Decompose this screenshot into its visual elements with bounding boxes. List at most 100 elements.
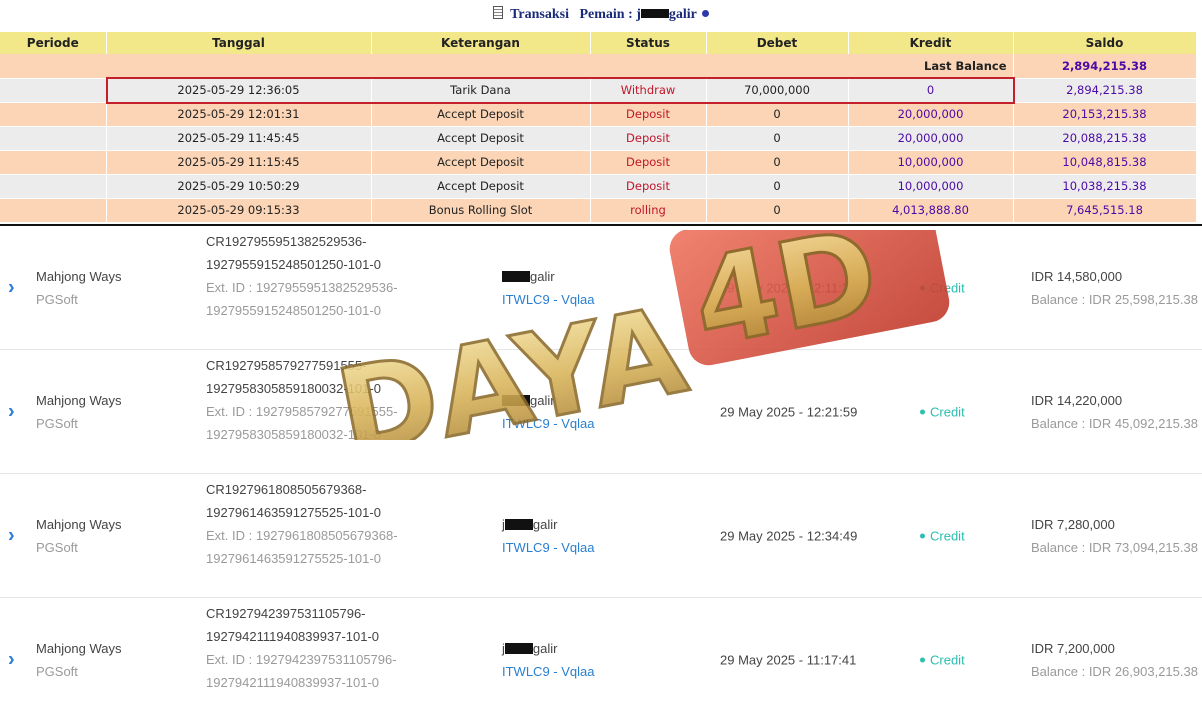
- document-icon: [492, 6, 503, 19]
- round-id-line1: CR1927958579277591555-: [206, 358, 367, 373]
- player-name: j galir: [502, 513, 594, 536]
- bet-date: 29 May 2025 - 12:21:59: [720, 404, 858, 419]
- table-row: 2025-05-29 12:36:05 Tarik Dana Withdraw …: [0, 78, 1197, 103]
- game-name: Mahjong Ways: [36, 640, 122, 656]
- cell-status: Deposit: [590, 150, 707, 175]
- ext-id-line1: Ext. ID : 1927961808505679368-: [206, 528, 398, 543]
- cell-saldo: 2,894,215.38: [1013, 78, 1197, 103]
- cell-periode: [0, 126, 107, 151]
- cell-kredit: 10,000,000: [848, 150, 1014, 175]
- col-periode[interactable]: Periode: [0, 32, 107, 54]
- cell-tanggal: 2025-05-29 10:50:29: [106, 174, 372, 199]
- transaction-title: Transaksi Pemain : j galir: [0, 3, 1202, 27]
- game-provider: PGSoft: [36, 539, 78, 555]
- ext-id-line2: 1927961463591275525-101-0: [206, 551, 381, 566]
- bet-date: 29 May 2025 - 12:11:33: [720, 280, 857, 295]
- round-id-line2: 1927958305859180032-101-0: [206, 381, 381, 396]
- bet-list: › Mahjong Ways PGSoft CR1927955951382529…: [0, 226, 1202, 707]
- agent-link[interactable]: ITWLC9 - Vqlaa: [502, 536, 594, 559]
- round-ids: CR1927955951382529536- 19279559152485012…: [206, 230, 496, 322]
- ext-id-line2: 1927955915248501250-101-0: [206, 303, 381, 318]
- cell-status: Withdraw: [590, 78, 707, 103]
- chevron-right-icon[interactable]: ›: [8, 524, 15, 547]
- bet-type: Credit: [920, 528, 965, 543]
- bet-amount: IDR 7,280,000: [1031, 516, 1115, 532]
- status-dot-icon: [920, 409, 925, 414]
- chevron-right-icon[interactable]: ›: [8, 648, 15, 671]
- player-name: j galir: [502, 637, 594, 660]
- last-balance-value: 2,894,215.38: [1013, 54, 1197, 79]
- cell-debet: 0: [706, 174, 849, 199]
- player-info: galir ITWLC9 - Vqlaa: [502, 265, 594, 311]
- game-provider: PGSoft: [36, 415, 78, 431]
- list-item[interactable]: › Mahjong Ways PGSoft CR1927955951382529…: [0, 226, 1202, 350]
- player-suffix: galir: [668, 7, 697, 22]
- cell-kredit: 0: [848, 78, 1014, 103]
- bet-type: Credit: [920, 652, 965, 667]
- game-provider: PGSoft: [36, 291, 78, 307]
- player-name: galir: [502, 389, 594, 412]
- list-item[interactable]: › Mahjong Ways PGSoft CR1927942397531105…: [0, 598, 1202, 707]
- player-name: galir: [502, 265, 594, 288]
- col-tanggal[interactable]: Tanggal: [106, 32, 372, 54]
- agent-link[interactable]: ITWLC9 - Vqlaa: [502, 412, 594, 435]
- bet-balance: Balance : IDR 26,903,215.38: [1031, 663, 1198, 679]
- col-keterangan[interactable]: Keterangan: [371, 32, 591, 54]
- cell-kredit: 10,000,000: [848, 174, 1014, 199]
- cell-kredit: 20,000,000: [848, 126, 1014, 151]
- cell-keterangan: Accept Deposit: [371, 150, 591, 175]
- chevron-right-icon[interactable]: ›: [8, 400, 15, 423]
- cell-saldo: 10,038,215.38: [1013, 174, 1197, 199]
- cell-periode: [0, 78, 107, 103]
- col-debet[interactable]: Debet: [706, 32, 849, 54]
- cell-keterangan: Bonus Rolling Slot: [371, 198, 591, 223]
- list-item[interactable]: › Mahjong Ways PGSoft CR1927961808505679…: [0, 474, 1202, 598]
- bet-date: 29 May 2025 - 12:34:49: [720, 528, 858, 543]
- game-info: Mahjong Ways PGSoft: [36, 637, 122, 683]
- bet-amount-info: IDR 14,580,000 Balance : IDR 25,598,215.…: [1031, 265, 1198, 311]
- player-label: Pemain :: [579, 7, 633, 22]
- info-icon[interactable]: [702, 10, 710, 17]
- redaction-bar: [504, 518, 533, 530]
- cell-tanggal: 2025-05-29 12:01:31: [106, 102, 372, 127]
- chevron-right-icon[interactable]: ›: [8, 276, 15, 299]
- table-row: 2025-05-29 10:50:29 Accept Deposit Depos…: [0, 174, 1197, 199]
- round-ids: CR1927961808505679368- 19279614635912755…: [206, 478, 496, 570]
- list-item[interactable]: › Mahjong Ways PGSoft CR1927958579277591…: [0, 350, 1202, 474]
- cell-saldo: 10,048,815.38: [1013, 150, 1197, 175]
- redaction-bar: [504, 642, 533, 654]
- cell-saldo: 7,645,515.18: [1013, 198, 1197, 223]
- round-id-line2: 1927961463591275525-101-0: [206, 505, 381, 520]
- table-header-row: Periode Tanggal Keterangan Status Debet …: [0, 32, 1197, 54]
- game-info: Mahjong Ways PGSoft: [36, 265, 122, 311]
- bet-type-label: Credit: [930, 528, 965, 543]
- col-saldo[interactable]: Saldo: [1013, 32, 1197, 54]
- player-suffix: galir: [530, 268, 555, 284]
- redaction-bar: [640, 9, 669, 18]
- last-balance-row: Last Balance 2,894,215.38: [0, 54, 1197, 79]
- col-kredit[interactable]: Kredit: [848, 32, 1014, 54]
- player-info: j galir ITWLC9 - Vqlaa: [502, 637, 594, 683]
- table-row: 2025-05-29 09:15:33 Bonus Rolling Slot r…: [0, 198, 1197, 223]
- bet-amount: IDR 14,580,000: [1031, 268, 1123, 284]
- cell-keterangan: Accept Deposit: [371, 126, 591, 151]
- cell-kredit: 4,013,888.80: [848, 198, 1014, 223]
- cell-status: Deposit: [590, 126, 707, 151]
- cell-keterangan: Accept Deposit: [371, 174, 591, 199]
- agent-link[interactable]: ITWLC9 - Vqlaa: [502, 660, 594, 683]
- ext-id-line2: 1927942111940839937-101-0: [206, 675, 380, 690]
- game-name: Mahjong Ways: [36, 268, 122, 284]
- col-status[interactable]: Status: [590, 32, 707, 54]
- bet-balance: Balance : IDR 25,598,215.38: [1031, 291, 1198, 307]
- cell-periode: [0, 198, 107, 223]
- game-provider: PGSoft: [36, 663, 78, 679]
- round-id-line2: 1927942111940839937-101-0: [206, 629, 380, 644]
- bet-amount: IDR 14,220,000: [1031, 392, 1123, 408]
- round-id-line1: CR1927942397531105796-: [206, 606, 366, 621]
- agent-link[interactable]: ITWLC9 - Vqlaa: [502, 288, 594, 311]
- last-balance-label: Last Balance: [0, 54, 1014, 79]
- player-info: galir ITWLC9 - Vqlaa: [502, 389, 594, 435]
- player-suffix: galir: [530, 392, 555, 408]
- round-ids: CR1927958579277591555- 19279583058591800…: [206, 354, 496, 446]
- table-row: 2025-05-29 11:45:45 Accept Deposit Depos…: [0, 126, 1197, 151]
